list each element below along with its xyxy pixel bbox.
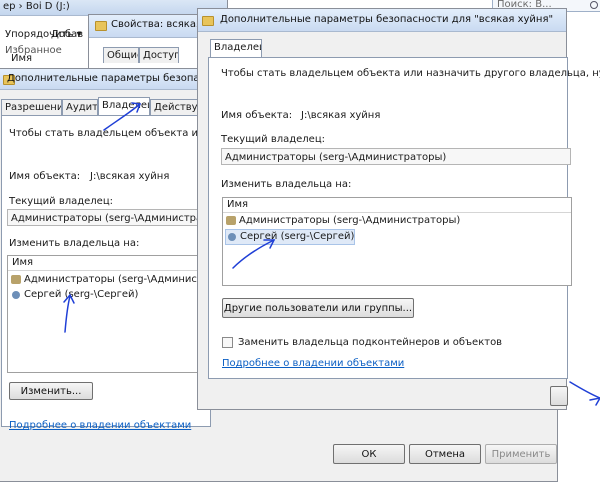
replace-owner-checkbox[interactable] — [222, 337, 233, 348]
tab-owner-front[interactable]: Владелец — [210, 39, 262, 57]
list-item-label: Сергей (serg-\Сергей) — [24, 289, 139, 300]
cancel-button[interactable]: Отмена — [409, 444, 481, 464]
change-button[interactable]: Изменить... — [9, 382, 93, 400]
tab-owner[interactable]: Владелец — [98, 97, 150, 115]
front-dialog-titlebar: Дополнительные параметры безопасности дл… — [198, 9, 566, 32]
front-current-owner-field: Администраторы (serg-\Администраторы) — [221, 148, 571, 165]
tab-effective-label: Действу — [154, 102, 198, 113]
list-item-selected[interactable]: Сергей (serg-\Сергей) — [225, 229, 356, 245]
tab-audit[interactable]: Аудит — [62, 99, 98, 115]
front-current-owner-value: Администраторы (serg-\Администраторы) — [225, 152, 447, 163]
front-object-name-value: J:\всякая хуйня — [301, 110, 381, 121]
tab-sharing[interactable]: Доступ — [139, 47, 179, 63]
properties-titlebar: Свойства: всякая — [89, 15, 207, 38]
front-security-dialog: Дополнительные параметры безопасности дл… — [197, 8, 600, 410]
tab-permissions[interactable]: Разрешения — [1, 99, 62, 115]
properties-title: Свойства: всякая — [111, 19, 202, 30]
tab-sharing-label: Доступ — [143, 50, 179, 61]
back-dialog-title: Дополнительные параметры безопасн — [7, 73, 212, 84]
annotation-arrow-right-head — [589, 397, 600, 406]
back-current-owner-label: Текущий владелец: — [9, 196, 114, 207]
list-item[interactable]: Администраторы (serg-\Администраторы) — [225, 214, 460, 228]
group-icon — [11, 275, 21, 284]
tab-audit-label: Аудит — [66, 102, 98, 113]
back-change-owner-label: Изменить владельца на: — [9, 238, 140, 249]
back-owner-list[interactable]: Имя Администраторы (serg-\Администрат Се… — [7, 255, 212, 373]
front-owner-list[interactable]: Имя Администраторы (serg-\Администраторы… — [222, 197, 572, 286]
back-owner-panel: Чтобы стать владельцем объекта или наз И… — [1, 115, 232, 431]
apply-button[interactable]: Применить — [485, 444, 557, 464]
add-menu[interactable]: Добав — [51, 29, 83, 40]
back-object-name-value: J:\всякая хуйня — [90, 171, 170, 182]
folder-icon — [202, 16, 214, 26]
tab-owner-label: Владелец — [102, 100, 150, 111]
front-instruction-text: Чтобы стать владельцем объекта или назна… — [221, 68, 600, 79]
back-list-header-name[interactable]: Имя — [8, 256, 211, 271]
search-icon — [590, 1, 598, 9]
front-object-name-label: Имя объекта: — [221, 110, 293, 121]
user-icon — [12, 291, 20, 299]
front-dialog-title: Дополнительные параметры безопасности дл… — [220, 14, 554, 25]
back-object-name-label: Имя объекта: — [9, 171, 81, 182]
list-item-label: Сергей (serg-\Сергей) — [240, 231, 355, 242]
tab-general[interactable]: Общие — [103, 47, 139, 63]
ok-button[interactable]: ОК — [333, 444, 405, 464]
breadcrumb[interactable]: ер › Boi D (J:) — [3, 1, 70, 12]
replace-owner-label: Заменить владельца подконтейнеров и объе… — [238, 337, 503, 348]
annotation-arrow-right — [569, 381, 600, 399]
list-item[interactable]: Сергей (serg-\Сергей) — [10, 288, 138, 302]
list-item-label: Администраторы (serg-\Администраторы) — [239, 215, 461, 226]
front-change-owner-label: Изменить владельца на: — [221, 179, 352, 190]
list-item-label: Администраторы (serg-\Администрат — [24, 274, 212, 285]
back-current-owner-value: Администраторы (serg-\Администраторы) — [11, 213, 212, 224]
user-icon — [228, 233, 236, 241]
front-learn-more-link[interactable]: Подробнее о владении объектами — [222, 358, 404, 369]
properties-window: Свойства: всякая Общие Доступ — [88, 14, 208, 74]
name-column-header[interactable]: Имя — [11, 53, 32, 64]
other-users-button[interactable]: Другие пользователи или группы... — [222, 298, 414, 318]
folder-icon — [95, 21, 107, 31]
group-icon — [226, 216, 236, 225]
front-list-header-name[interactable]: Имя — [223, 198, 571, 213]
front-current-owner-label: Текущий владелец: — [221, 134, 326, 145]
back-current-owner-field: Администраторы (serg-\Администраторы) — [7, 209, 212, 226]
back-learn-more-link[interactable]: Подробнее о владении объектами — [9, 420, 191, 431]
tab-effective[interactable]: Действу — [150, 99, 198, 115]
front-ok-button[interactable] — [550, 386, 568, 406]
tab-general-label: Общие — [107, 50, 138, 61]
front-owner-panel: Чтобы стать владельцем объекта или назна… — [208, 57, 600, 379]
list-item[interactable]: Администраторы (serg-\Администрат — [10, 273, 212, 287]
tab-owner-front-label: Владелец — [214, 42, 262, 53]
tab-permissions-label: Разрешения — [5, 102, 61, 113]
